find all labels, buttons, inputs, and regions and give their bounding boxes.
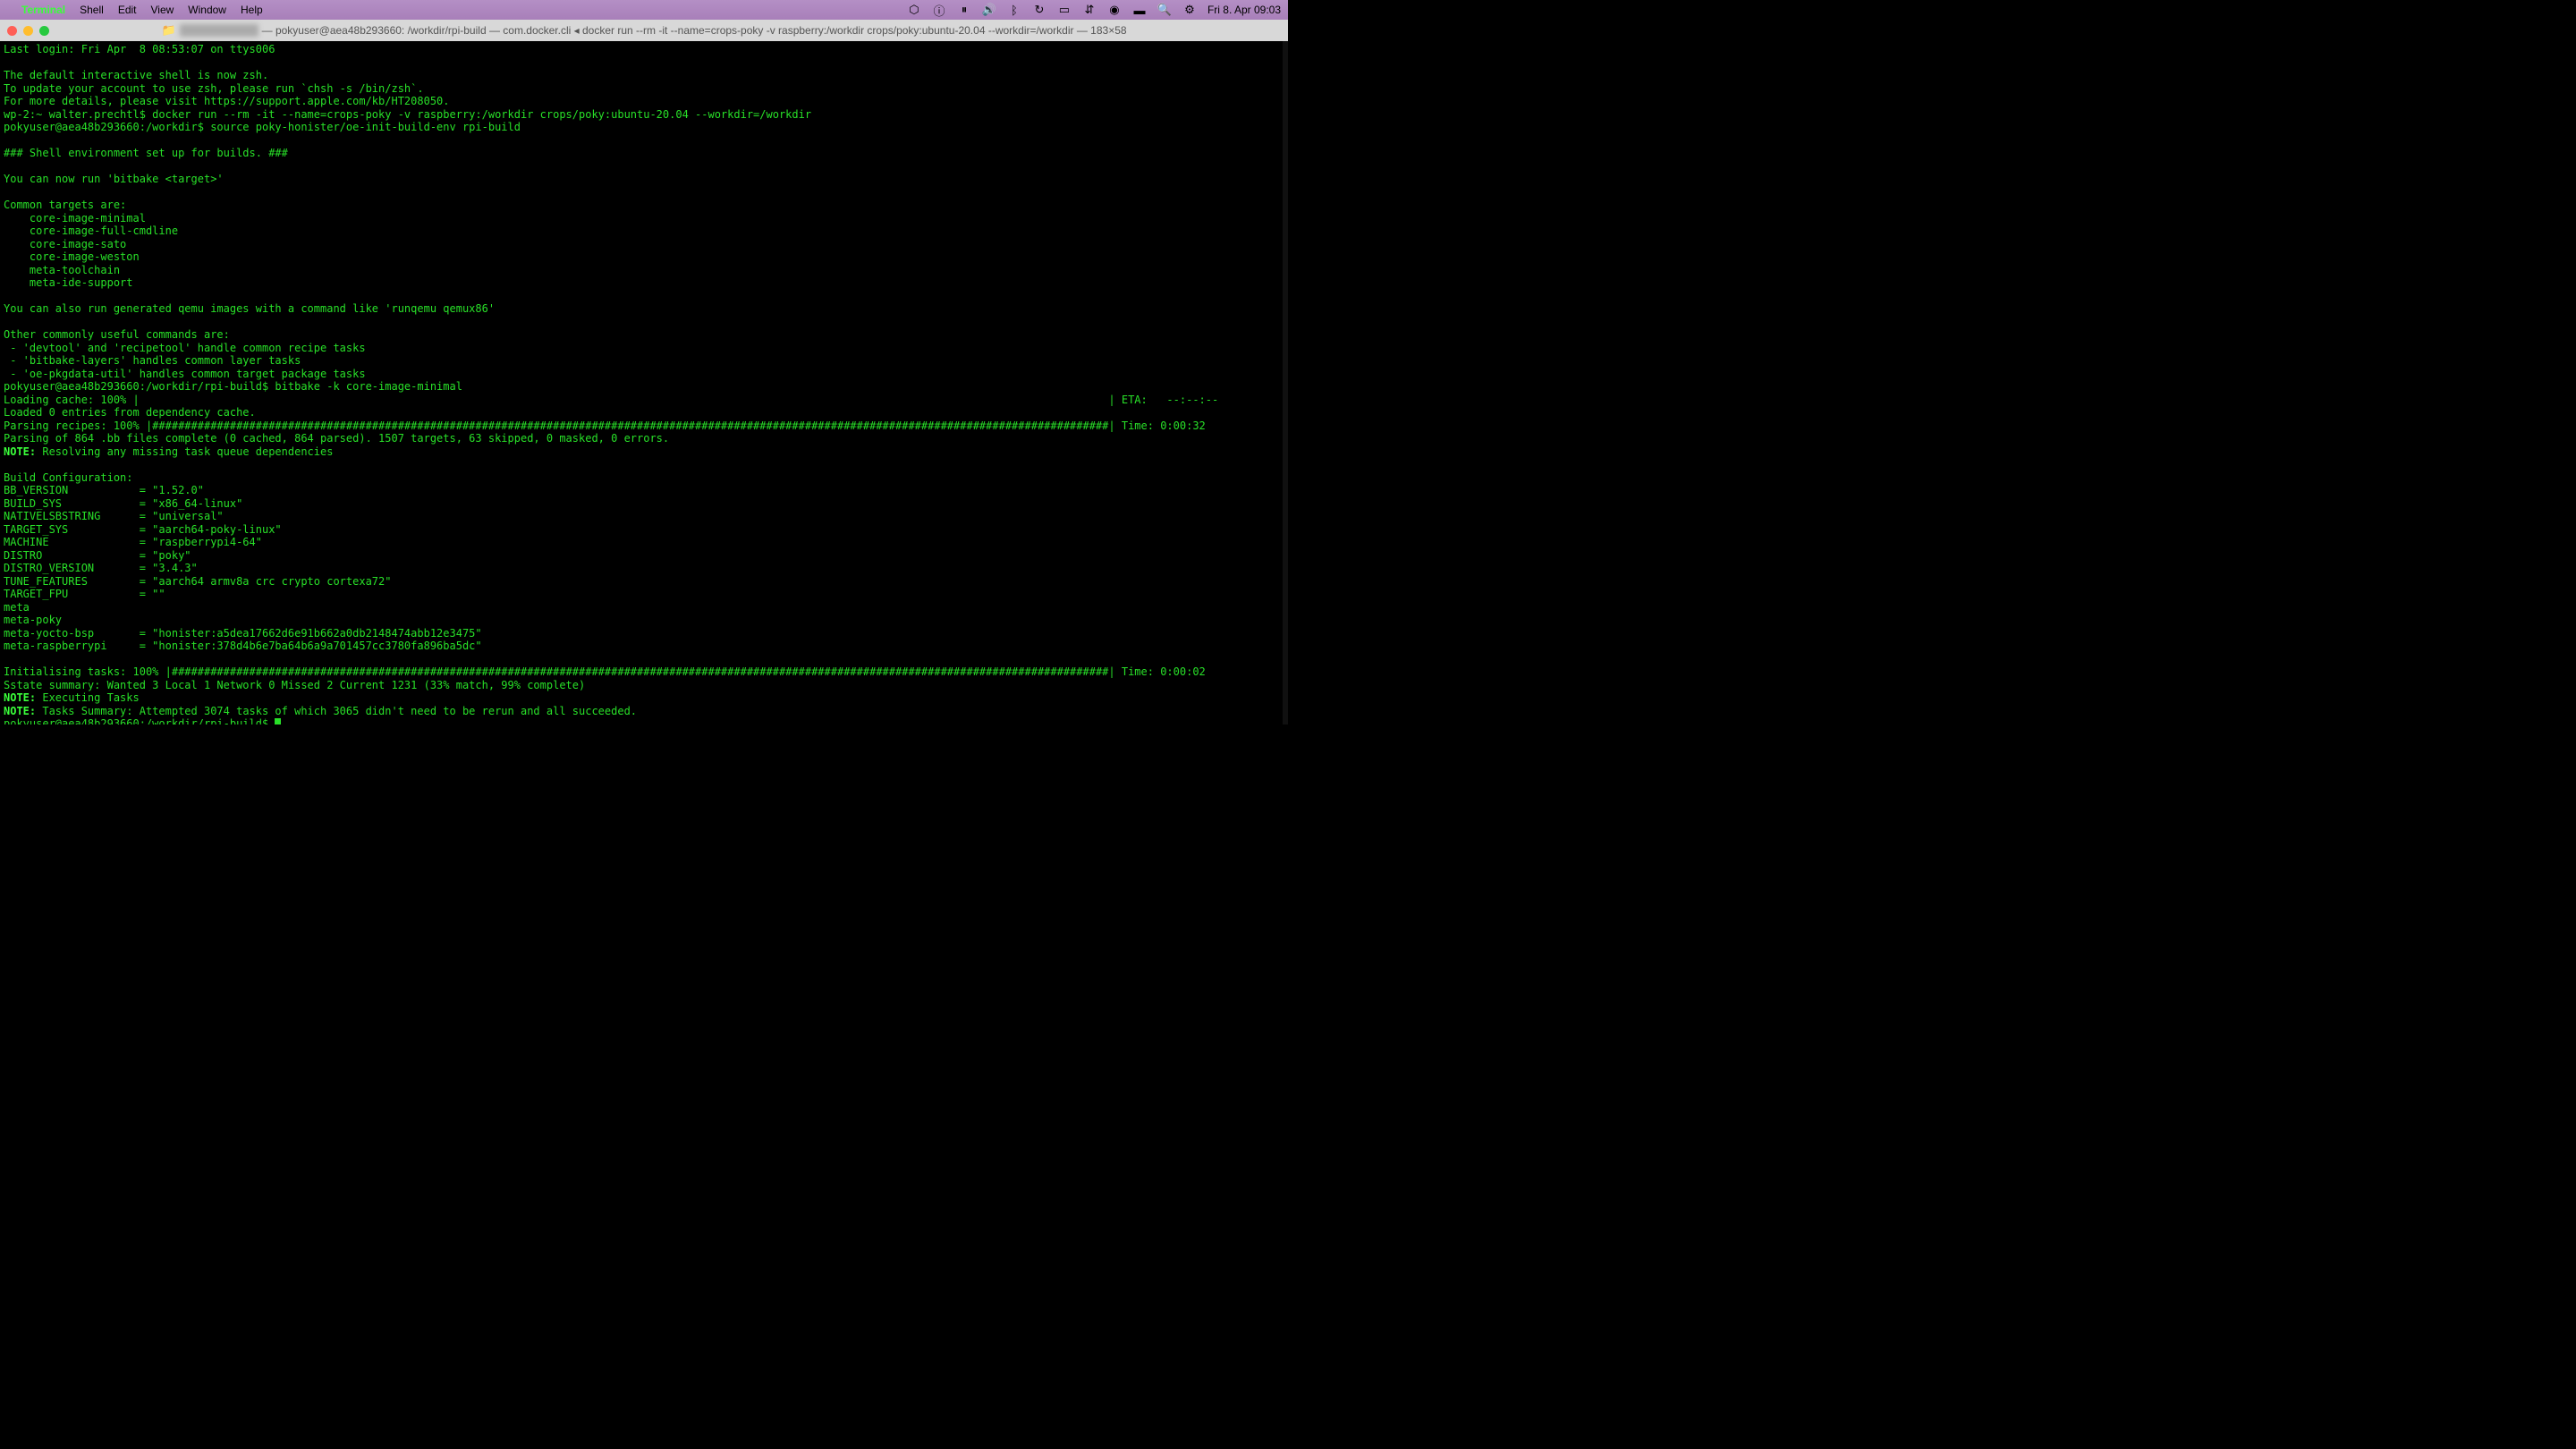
line: ### Shell environment set up for builds.…: [4, 147, 288, 159]
volume-icon[interactable]: 🔊: [982, 3, 996, 17]
cfg-line: meta-raspberrypi = "honister:378d4b6e7ba…: [4, 640, 482, 652]
spotlight-icon[interactable]: 🔍: [1157, 3, 1172, 17]
line: The default interactive shell is now zsh…: [4, 69, 268, 81]
menubar-left: Terminal Shell Edit View Window Help: [7, 4, 263, 16]
menu-app-name[interactable]: Terminal: [21, 4, 65, 16]
init-tasks-line: Initialising tasks: 100% |##############…: [4, 665, 1206, 678]
menubar-right: ⬡ ⓘ ⏸ 🔊 ᛒ ↻ ▭ ⇵ ◉ ▬ 🔍 ⚙ Fri 8. Apr 09:03: [907, 3, 1281, 17]
line: Common targets are:: [4, 199, 126, 211]
info-icon[interactable]: ⓘ: [932, 3, 946, 17]
minimize-button[interactable]: [23, 26, 33, 36]
line: Parsing of 864 .bb files complete (0 cac…: [4, 432, 669, 445]
line: Last login: Fri Apr 8 08:53:07 on ttys00…: [4, 43, 275, 55]
menu-window[interactable]: Window: [188, 4, 226, 16]
cfg-line: NATIVELSBSTRING = "universal": [4, 510, 224, 522]
window-title: 📁 xxxxxxxx — pokyuser@aea48b293660: /wor…: [161, 23, 1126, 38]
timemachine-icon[interactable]: ↻: [1032, 3, 1046, 17]
line: meta-toolchain: [4, 264, 120, 276]
cfg-line: TARGET_FPU = "": [4, 588, 165, 600]
note-text: Executing Tasks: [36, 691, 140, 704]
menu-help[interactable]: Help: [241, 4, 263, 16]
line: pokyuser@aea48b293660:/workdir$ source p…: [4, 121, 521, 133]
line: Parsing recipes: 100% |#################…: [4, 419, 1206, 432]
note-label: NOTE:: [4, 705, 36, 717]
note-text: Tasks Summary: Attempted 3074 tasks of w…: [36, 705, 637, 717]
menu-edit[interactable]: Edit: [118, 4, 137, 16]
note-label: NOTE:: [4, 691, 36, 704]
cfg-line: BUILD_SYS = "x86_64-linux": [4, 497, 242, 510]
line: - 'devtool' and 'recipetool' handle comm…: [4, 342, 366, 354]
bluetooth-icon[interactable]: ᛒ: [1007, 3, 1021, 17]
build-config-header: Build Configuration:: [4, 471, 133, 484]
line: You can now run 'bitbake <target>': [4, 173, 224, 185]
terminal-window: 📁 xxxxxxxx — pokyuser@aea48b293660: /wor…: [0, 20, 1288, 724]
docker-icon[interactable]: ⬡: [907, 3, 921, 17]
cfg-line: BB_VERSION = "1.52.0": [4, 484, 204, 496]
zoom-button[interactable]: [39, 26, 49, 36]
user-icon[interactable]: ◉: [1107, 3, 1122, 17]
traffic-lights: [7, 26, 49, 36]
line: core-image-sato: [4, 238, 126, 250]
cfg-line: DISTRO_VERSION = "3.4.3": [4, 562, 198, 574]
macos-menubar: Terminal Shell Edit View Window Help ⬡ ⓘ…: [0, 0, 1288, 20]
network-icon[interactable]: ⇵: [1082, 3, 1097, 17]
control-center-icon[interactable]: ⚙: [1182, 3, 1197, 17]
cfg-line: meta-poky: [4, 614, 140, 626]
line: To update your account to use zsh, pleas…: [4, 82, 424, 95]
line: Loading cache: 100% | | ETA: --:--:--: [4, 394, 1218, 406]
line: Loaded 0 entries from dependency cache.: [4, 406, 256, 419]
sstate-line: Sstate summary: Wanted 3 Local 1 Network…: [4, 679, 585, 691]
cfg-line: DISTRO = "poky": [4, 549, 191, 562]
line: - 'bitbake-layers' handles common layer …: [4, 354, 301, 367]
close-button[interactable]: [7, 26, 17, 36]
blurred-path: xxxxxxxx: [180, 24, 258, 37]
folder-icon: 📁: [161, 23, 175, 38]
menu-shell[interactable]: Shell: [80, 4, 104, 16]
window-title-text: — pokyuser@aea48b293660: /workdir/rpi-bu…: [262, 24, 1127, 37]
scrollbar[interactable]: [1283, 41, 1288, 724]
window-titlebar[interactable]: 📁 xxxxxxxx — pokyuser@aea48b293660: /wor…: [0, 20, 1288, 41]
line: You can also run generated qemu images w…: [4, 302, 495, 315]
note-text: Resolving any missing task queue depende…: [36, 445, 333, 458]
calendar-icon[interactable]: ▭: [1057, 3, 1072, 17]
prompt: pokyuser@aea48b293660:/workdir/rpi-build…: [4, 717, 275, 724]
line: meta-ide-support: [4, 276, 133, 289]
battery-icon[interactable]: ▬: [1132, 3, 1147, 17]
menu-view[interactable]: View: [151, 4, 174, 16]
line: Other commonly useful commands are:: [4, 328, 230, 341]
cfg-line: meta-yocto-bsp = "honister:a5dea17662d6e…: [4, 627, 482, 640]
line: core-image-full-cmdline: [4, 225, 178, 237]
line: core-image-minimal: [4, 212, 146, 225]
line: For more details, please visit https://s…: [4, 95, 450, 107]
line: pokyuser@aea48b293660:/workdir/rpi-build…: [4, 380, 462, 393]
line: - 'oe-pkgdata-util' handles common targe…: [4, 368, 366, 380]
menubar-datetime[interactable]: Fri 8. Apr 09:03: [1208, 4, 1281, 16]
cursor: [275, 718, 281, 724]
note-label: NOTE:: [4, 445, 36, 458]
line: wp-2:~ walter.prechtl$ docker run --rm -…: [4, 108, 811, 121]
cfg-line: TUNE_FEATURES = "aarch64 armv8a crc cryp…: [4, 575, 391, 588]
cfg-line: MACHINE = "raspberrypi4-64": [4, 536, 262, 548]
cfg-line: meta: [4, 601, 140, 614]
cfg-line: TARGET_SYS = "aarch64-poky-linux": [4, 523, 282, 536]
pause-icon[interactable]: ⏸: [957, 3, 971, 17]
line: core-image-weston: [4, 250, 140, 263]
terminal-content[interactable]: Last login: Fri Apr 8 08:53:07 on ttys00…: [0, 41, 1288, 724]
